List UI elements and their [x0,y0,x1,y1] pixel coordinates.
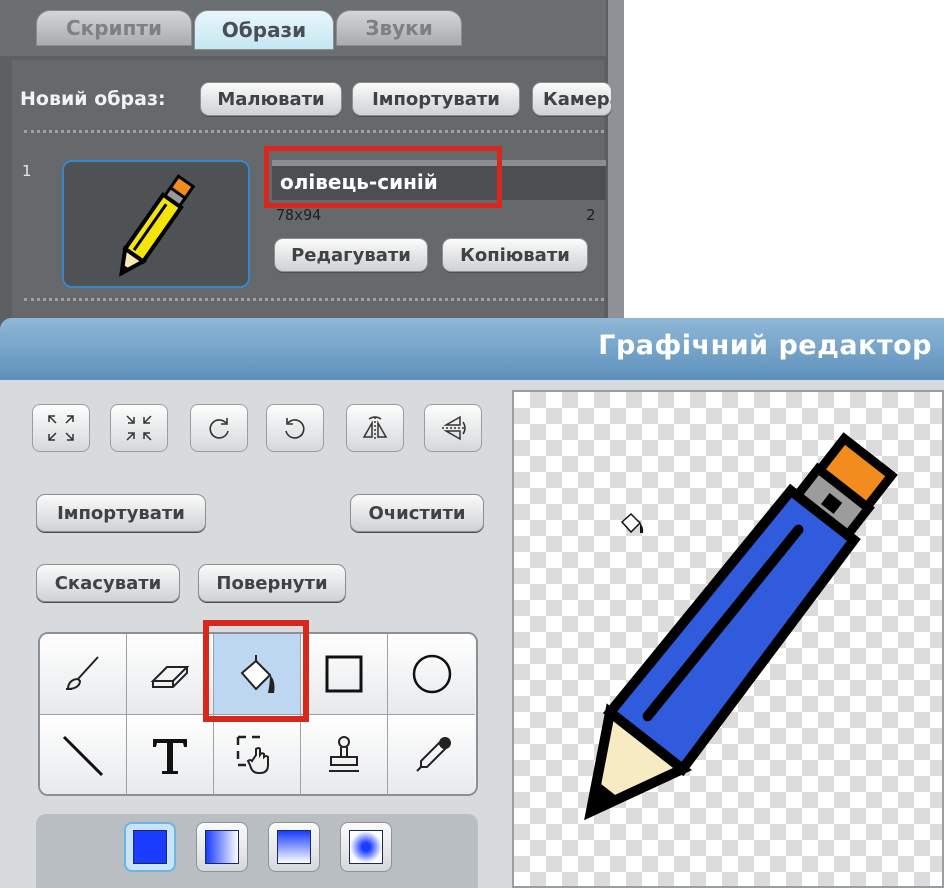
fill-radial-gradient-button[interactable] [340,822,392,872]
rotate-right-button[interactable] [266,404,324,452]
line-icon [62,735,104,776]
undo-button[interactable]: Скасувати [36,564,180,602]
shrink-button[interactable] [110,404,168,452]
flip-vertical-button[interactable] [424,404,482,452]
fill-mode-bar [36,814,478,888]
grow-icon [48,415,74,441]
tab-costumes[interactable]: Образи [194,10,334,50]
divider [24,130,604,133]
stamp-icon [329,735,359,772]
import-costume-button[interactable]: Імпортувати [352,82,520,116]
fill-solid-button[interactable] [124,822,176,872]
paint-editor-window: Графічний редактор Імпортувати Очистити … [0,318,944,888]
radial-gradient-icon [349,830,383,864]
line-tool[interactable] [40,715,127,794]
clear-button[interactable]: Очистити [350,494,484,532]
text-tool[interactable] [127,715,214,794]
tab-sounds[interactable]: Звуки [336,10,462,46]
name-highlight-box [264,146,502,208]
copy-costume-button[interactable]: Копіювати [442,238,588,272]
flip-vertical-icon [442,415,466,441]
fill-cursor-icon [620,512,644,534]
stamp-tool[interactable] [301,715,388,794]
vertical-gradient-icon [277,830,311,864]
horizontal-gradient-icon [205,830,239,864]
costume-kb: 2 [586,206,596,224]
select-tool[interactable] [214,715,301,794]
ellipse-icon [412,654,451,694]
import-image-button[interactable]: Імпортувати [36,494,206,532]
rectangle-tool[interactable] [301,634,388,715]
ellipse-tool[interactable] [388,634,475,715]
paintbrush-tool[interactable] [40,634,127,715]
costumes-panel: Скрипти Звуки Образи Новий образ: Малюва… [0,0,624,330]
scrollbar[interactable] [606,0,624,330]
shrink-icon [126,415,152,441]
eyedropper-tool[interactable] [388,715,475,794]
tool-highlight-box [203,620,309,722]
paint-costume-button[interactable]: Малювати [200,82,342,116]
eraser-tool[interactable] [127,634,214,715]
paint-editor-title: Графічний редактор [598,330,932,361]
drawing-canvas[interactable] [512,390,944,888]
text-icon [153,738,187,774]
blue-pencil-drawing [584,432,898,821]
flip-horizontal-icon [362,416,388,441]
yellow-pencil-icon [119,174,196,277]
edit-costume-button[interactable]: Редагувати [274,238,428,272]
rotate-right-icon [285,418,305,439]
fill-horizontal-gradient-button[interactable] [196,822,248,872]
redo-button[interactable]: Повернути [198,564,346,602]
rotate-left-button[interactable] [190,404,248,452]
eyedropper-icon [415,736,451,772]
solid-fill-icon [133,830,167,864]
rotate-left-icon [209,418,229,439]
costume-thumbnail[interactable] [62,160,250,288]
costume-index: 1 [22,162,32,180]
camera-button[interactable]: Камера [532,82,612,116]
tab-scripts[interactable]: Скрипти [36,10,192,46]
paintbrush-icon [66,656,99,691]
grow-button[interactable] [32,404,90,452]
select-icon [236,735,269,774]
flip-horizontal-button[interactable] [346,404,404,452]
fill-vertical-gradient-button[interactable] [268,822,320,872]
costume-size: 78x94 [276,206,322,224]
eraser-icon [150,666,190,688]
rectangle-icon [325,655,363,693]
divider [24,298,604,301]
paint-editor-titlebar[interactable]: Графічний редактор [0,318,944,380]
new-costume-label: Новий образ: [20,88,166,110]
